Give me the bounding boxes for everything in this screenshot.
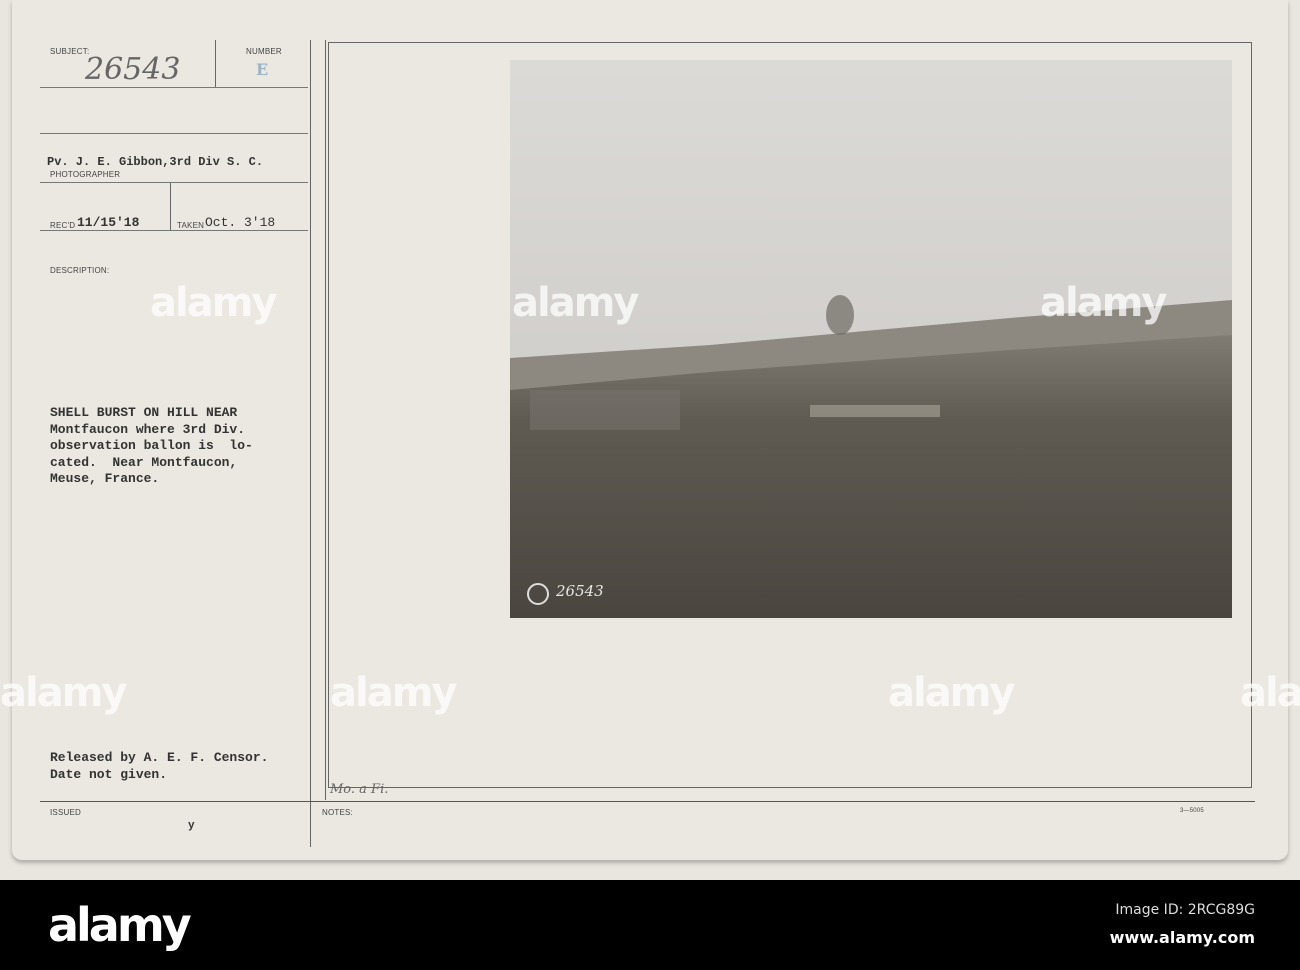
release-line: Released by A. E. F. Censor. [50, 750, 269, 765]
negative-number: 26543 [556, 582, 604, 600]
watermark: alamy [0, 670, 127, 716]
divider [170, 183, 171, 230]
issued-label: ISSUED [50, 808, 81, 817]
notes-label: NOTES: [322, 808, 353, 817]
rule [40, 87, 308, 88]
watermark: alamy [150, 280, 277, 326]
rule [40, 182, 308, 183]
watermark: alamy [1040, 280, 1167, 326]
number-stamp: E [256, 60, 269, 79]
recd-value: 11/15'18 [77, 215, 140, 230]
watermark: alamy [1240, 670, 1300, 716]
photograph: 26543 [510, 60, 1232, 618]
release-text: Released by A. E. F. Censor. Date not gi… [50, 749, 268, 783]
taken-label: TAKEN [177, 221, 205, 230]
watermark: alamy [512, 280, 639, 326]
description-line: Meuse, France. [50, 471, 160, 486]
photographer-label: PHOTOGRAPHER [50, 170, 121, 179]
debris [530, 390, 680, 430]
description-line: observation ballon is lo- [50, 438, 253, 453]
handwritten-note: Mo. a Fi. [330, 782, 389, 797]
description-line: Montfaucon where 3rd Div. [50, 421, 246, 437]
issued-mark: y [188, 820, 195, 832]
debris [810, 405, 940, 417]
subject-label: SUBJECT: [50, 47, 90, 56]
taken-value: Oct. 3'18 [205, 215, 276, 230]
rule [40, 230, 308, 231]
description-label: DESCRIPTION: [50, 266, 110, 275]
watermark: alamy [888, 670, 1015, 716]
column-divider [310, 40, 311, 847]
image-id: Image ID: 2RCG89G [1115, 902, 1255, 918]
footer-bar: alamy Image ID: 2RCG89G www.alamy.com [0, 880, 1300, 970]
description-line: SHELL BURST ON HILL NEAR [50, 405, 238, 420]
description-line: cated. Near Montfaucon, [50, 454, 238, 470]
rule [40, 133, 308, 134]
watermark: alamy [330, 670, 457, 716]
release-line: Date not given. [50, 767, 168, 782]
form-number: 3—5005 [1180, 808, 1204, 814]
column-divider [325, 40, 326, 800]
alamy-logo: alamy [48, 898, 192, 952]
divider [215, 40, 216, 88]
number-label: NUMBER [246, 47, 282, 56]
photographer-value: Pv. J. E. Gibbon,3rd Div S. C. [47, 155, 264, 169]
shell-burst-smoke [826, 295, 854, 335]
recd-label: REC'D [50, 221, 76, 230]
alamy-url[interactable]: www.alamy.com [1110, 928, 1255, 947]
rule [40, 801, 1255, 802]
description-text: SHELL BURST ON HILL NEAR Montfaucon wher… [50, 405, 253, 488]
subject-value: 26543 [85, 52, 181, 87]
battlefield-photo [510, 60, 1232, 618]
